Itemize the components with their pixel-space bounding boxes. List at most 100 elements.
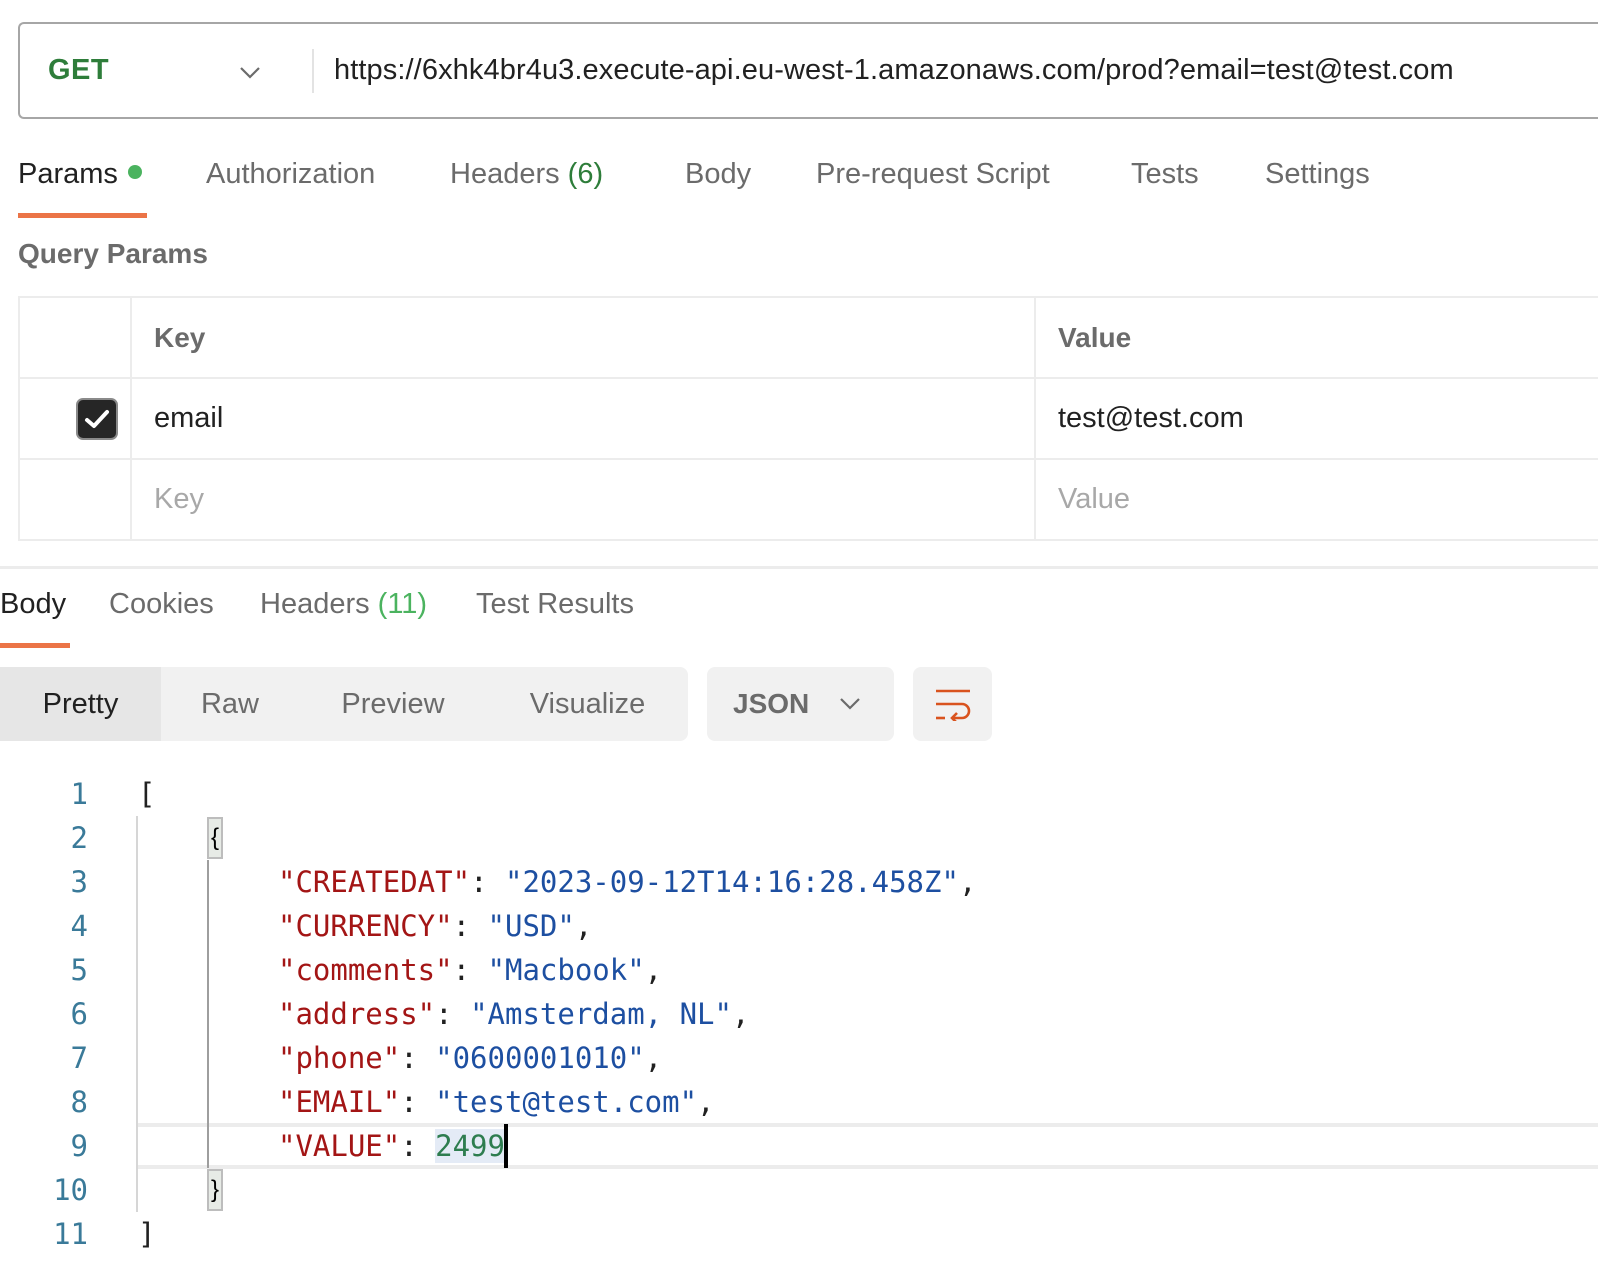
tab-pre-request-script[interactable]: Pre-request Script	[816, 158, 1131, 218]
view-preview[interactable]: Preview	[299, 667, 487, 741]
tab-label: Settings	[1265, 158, 1370, 190]
text-caret	[504, 1124, 508, 1168]
code-line: 10	[0, 1168, 1598, 1212]
open-bracket: [	[138, 777, 156, 811]
method-label: GET	[48, 54, 110, 86]
tab-params[interactable]: Params	[18, 158, 206, 218]
query-params-table: Key Value email test@test.com Key Value	[18, 296, 1598, 541]
tab-label: Headers	[450, 158, 568, 190]
code-line: 7 "phone": "0600001010",	[0, 1036, 1598, 1080]
wrap-lines-button[interactable]	[913, 667, 992, 741]
tab-label: Params	[18, 158, 118, 190]
tab-authorization[interactable]: Authorization	[206, 158, 450, 218]
indent-guide-active	[207, 860, 209, 1168]
enable-cell	[18, 458, 132, 541]
chevron-down-icon	[840, 698, 861, 710]
active-line-highlight	[138, 1123, 1598, 1169]
json-key: "CURRENCY"	[278, 909, 453, 943]
checkmark-icon	[85, 410, 109, 428]
view-visualize[interactable]: Visualize	[487, 667, 688, 741]
json-string-value: "Amsterdam, NL"	[470, 997, 732, 1031]
enable-cell	[18, 377, 132, 460]
response-tabs: Body Cookies Headers (11) Test Results	[0, 588, 656, 648]
code-line: 1 [	[0, 772, 1598, 816]
table-row-empty: Key Value	[18, 458, 1598, 541]
line-number: 7	[70, 1041, 88, 1075]
tab-test-results[interactable]: Test Results	[476, 588, 656, 648]
json-key: "CREATEDAT"	[278, 865, 471, 899]
json-key: "address"	[278, 997, 436, 1031]
line-number: 9	[70, 1129, 88, 1163]
line-number: 3	[70, 865, 88, 899]
tab-label: Tests	[1131, 158, 1199, 190]
url-bar: GET https://6xhk4br4u3.execute-api.eu-we…	[18, 22, 1598, 119]
tab-label: Headers	[260, 588, 378, 620]
line-number: 11	[53, 1217, 88, 1251]
format-select[interactable]: JSON	[707, 667, 894, 741]
json-comma: ,	[731, 997, 750, 1031]
tab-response-headers[interactable]: Headers (11)	[260, 588, 476, 648]
table-header-row: Key Value	[18, 296, 1598, 379]
tab-label: Body	[685, 158, 752, 190]
indent-guide	[136, 816, 138, 1212]
tab-cookies[interactable]: Cookies	[109, 588, 260, 648]
matched-close-brace: }	[207, 1169, 223, 1211]
code-line: 4 "CURRENCY": "USD",	[0, 904, 1598, 948]
param-value-input[interactable]: test@test.com	[1034, 377, 1598, 460]
param-key-input[interactable]: email	[130, 377, 1036, 460]
json-comma: ,	[644, 1041, 663, 1075]
tab-settings[interactable]: Settings	[1265, 158, 1415, 218]
headers-count: (11)	[377, 588, 428, 620]
json-comma: ,	[644, 953, 663, 987]
json-string-value: "0600001010"	[435, 1041, 645, 1075]
line-number: 4	[70, 909, 88, 943]
code-line: 11 ]	[0, 1212, 1598, 1256]
json-string-value: "USD"	[487, 909, 575, 943]
close-bracket: ]	[138, 1217, 156, 1251]
json-key: "comments"	[278, 953, 453, 987]
param-enabled-checkbox[interactable]	[76, 398, 118, 440]
view-pretty[interactable]: Pretty	[0, 667, 161, 741]
active-tab-indicator	[18, 213, 147, 218]
line-number: 1	[70, 777, 88, 811]
line-number: 2	[70, 821, 88, 855]
tab-tests[interactable]: Tests	[1131, 158, 1265, 218]
tab-body[interactable]: Body	[685, 158, 816, 218]
tab-label: Authorization	[206, 158, 376, 190]
json-comma: ,	[574, 909, 593, 943]
code-line: 6 "address": "Amsterdam, NL",	[0, 992, 1598, 1036]
code-line: 5 "comments": "Macbook",	[0, 948, 1598, 992]
matched-open-brace: {	[207, 817, 223, 859]
tab-headers[interactable]: Headers (6)	[450, 158, 685, 218]
code-line: 8 "EMAIL": "test@test.com",	[0, 1080, 1598, 1124]
tab-label: Pre-request Script	[816, 158, 1050, 190]
format-label: JSON	[733, 688, 810, 719]
json-string-value: "2023-09-12T14:16:28.458Z"	[504, 865, 959, 899]
line-number: 5	[70, 953, 88, 987]
json-comma: ,	[958, 865, 977, 899]
new-value-input[interactable]: Value	[1034, 458, 1598, 541]
json-string-value: "Macbook"	[487, 953, 645, 987]
json-key: "EMAIL"	[278, 1085, 401, 1119]
table-row: email test@test.com	[18, 377, 1598, 460]
request-tabs: Params Authorization Headers (6) Body Pr…	[18, 158, 1415, 218]
url-input[interactable]: https://6xhk4br4u3.execute-api.eu-west-1…	[314, 54, 1454, 87]
tab-response-body[interactable]: Body	[0, 588, 109, 648]
line-number: 6	[70, 997, 88, 1031]
pane-divider[interactable]	[0, 566, 1598, 569]
checkbox-column-header	[18, 296, 132, 379]
chevron-down-icon	[240, 67, 260, 79]
line-number: 10	[53, 1173, 88, 1207]
method-select[interactable]: GET	[20, 24, 312, 117]
json-string-value: "test@test.com"	[435, 1085, 698, 1119]
active-tab-indicator	[0, 643, 70, 648]
tab-label: Cookies	[109, 588, 214, 620]
json-comma: ,	[697, 1085, 715, 1119]
tab-label: Body	[0, 588, 67, 620]
new-key-input[interactable]: Key	[130, 458, 1036, 541]
view-raw[interactable]: Raw	[161, 667, 299, 741]
wrap-lines-icon	[935, 689, 970, 721]
json-key: "phone"	[278, 1041, 401, 1075]
response-body-editor[interactable]: 1 [ 2 3 "CREATEDAT": "2023-09-12T14:16:2…	[0, 772, 1598, 1272]
line-number: 8	[70, 1085, 88, 1119]
